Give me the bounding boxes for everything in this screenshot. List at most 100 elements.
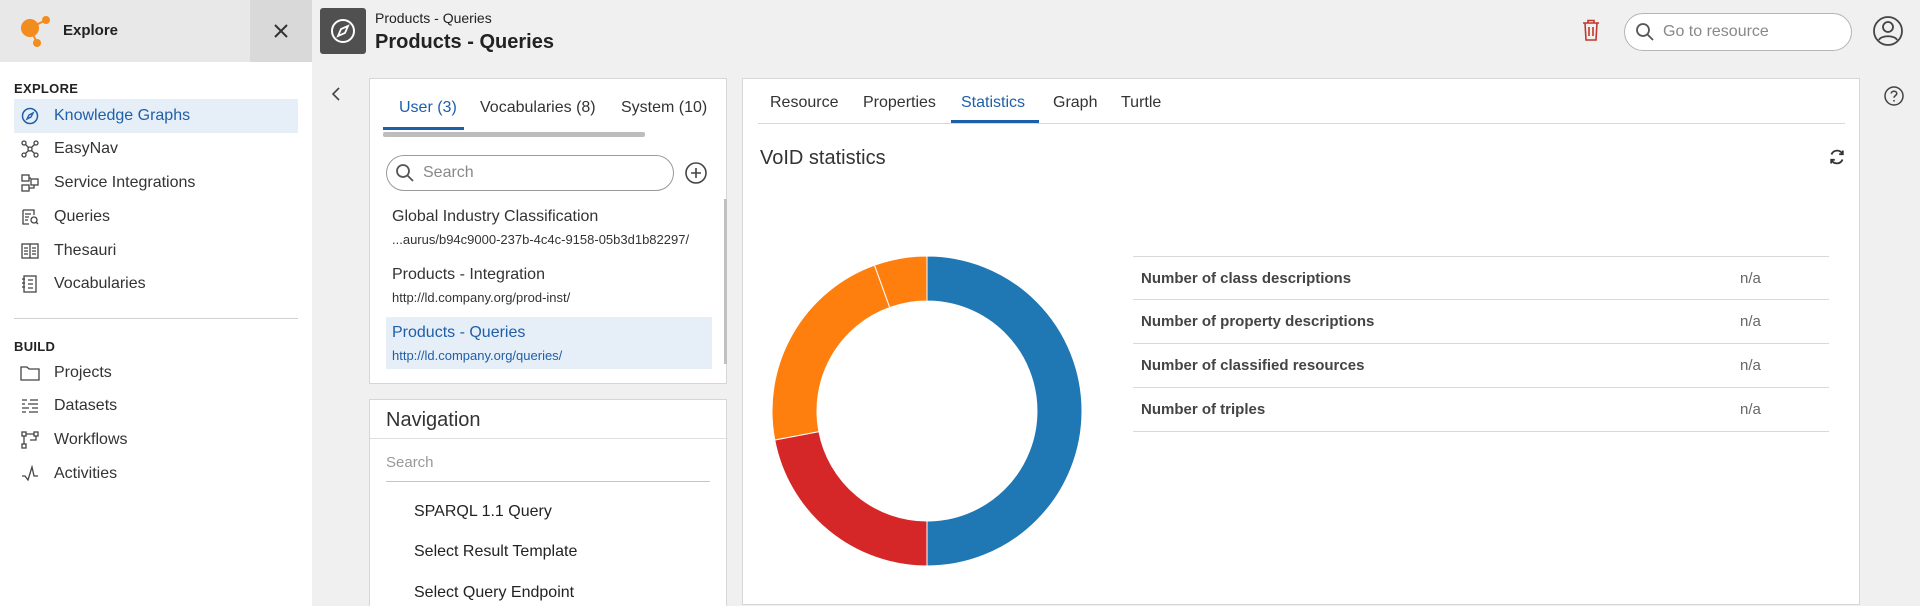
left-sidebar: Explore EXPLORE Knowledge Graphs EasyNav… (0, 0, 312, 606)
close-sidebar-button[interactable] (250, 0, 312, 62)
tab-turtle[interactable]: Turtle (1121, 94, 1161, 112)
refresh-icon (1830, 149, 1844, 165)
stat-value: n/a (1740, 313, 1761, 330)
search-icon (396, 164, 414, 182)
graph-search[interactable] (386, 155, 674, 191)
tab-statistics[interactable]: Statistics (961, 94, 1025, 112)
help-icon (1884, 86, 1904, 106)
stat-value: n/a (1740, 357, 1761, 374)
graph-uri: http://ld.company.org/prod-inst/ (392, 290, 571, 305)
thesaurus-icon (20, 241, 40, 261)
trash-icon (1583, 19, 1599, 41)
navigation-item[interactable]: Select Result Template (414, 543, 577, 561)
tab-properties[interactable]: Properties (863, 94, 936, 112)
graph-uri: http://ld.company.org/queries/ (392, 348, 563, 363)
refresh-button[interactable] (1828, 148, 1846, 166)
dataset-icon (20, 396, 40, 416)
graph-list-item-selected[interactable]: Products - Queries http://ld.company.org… (386, 317, 712, 369)
sidebar-item-projects[interactable]: Projects (14, 356, 298, 390)
add-circle-icon (685, 162, 707, 184)
section-heading-explore: EXPLORE (14, 81, 79, 96)
graph-list-item[interactable]: Products - Integration http://ld.company… (386, 259, 712, 311)
active-tab-indicator (383, 127, 464, 130)
graph-list-item[interactable]: Global Industry Classification ...aurus/… (386, 201, 712, 253)
graph-list-panel: User (3) Vocabularies (8) System (10) Gl… (369, 78, 727, 384)
user-account-icon (1873, 16, 1903, 46)
help-button[interactable] (1883, 85, 1905, 107)
delete-button[interactable] (1582, 19, 1600, 41)
graph-title: Products - Queries (392, 324, 526, 341)
graph-network-icon (20, 139, 40, 159)
table-row: Number of triples n/a (1133, 388, 1829, 432)
sidebar-item-label: Projects (54, 364, 112, 381)
integration-icon (20, 173, 40, 193)
stat-label: Number of classified resources (1141, 357, 1365, 374)
table-row: Number of class descriptions n/a (1133, 256, 1829, 300)
navigation-item[interactable]: Select Query Endpoint (414, 584, 574, 602)
sidebar-item-label: Workflows (54, 431, 128, 448)
statistics-donut-chart (771, 255, 1083, 567)
tab-graph[interactable]: Graph (1053, 94, 1097, 112)
table-row: Number of classified resources n/a (1133, 344, 1829, 388)
go-to-resource-input[interactable] (1663, 23, 1833, 41)
table-row: Number of property descriptions n/a (1133, 300, 1829, 344)
sidebar-item-workflows[interactable]: Workflows (14, 423, 298, 457)
tabs-scrollbar[interactable] (383, 132, 645, 137)
sidebar-item-label: Knowledge Graphs (54, 107, 191, 124)
sidebar-item-knowledge-graphs[interactable]: Knowledge Graphs (14, 99, 298, 133)
stat-label: Number of class descriptions (1141, 270, 1352, 287)
sidebar-item-datasets[interactable]: Datasets (14, 389, 298, 423)
tab-system[interactable]: System (10) (621, 99, 707, 117)
navigation-divider (370, 438, 728, 439)
app-logo-icon (21, 16, 50, 47)
graph-list-scrollbar[interactable] (724, 199, 727, 364)
add-graph-button[interactable] (684, 161, 708, 185)
sidebar-item-label: Queries (54, 208, 111, 225)
app-name: Explore (63, 22, 119, 39)
donut-segment-3 (771, 264, 891, 441)
compass-icon (20, 106, 40, 126)
sidebar-item-easynav[interactable]: EasyNav (14, 132, 298, 166)
sidebar-item-label: Datasets (54, 397, 118, 414)
sidebar-header: Explore (0, 0, 312, 62)
workflow-icon (20, 430, 40, 450)
graph-title: Global Industry Classification (392, 208, 599, 225)
void-statistics-title: VoID statistics (760, 147, 886, 169)
top-header: Products - Queries Products - Queries (312, 0, 1920, 62)
graph-uri: ...aurus/b94c9000-237b-4c4c-9158-05b3d1b… (392, 232, 690, 247)
tab-vocabularies[interactable]: Vocabularies (8) (480, 99, 596, 117)
tabs-divider (758, 123, 1845, 124)
user-menu-button[interactable] (1872, 15, 1904, 47)
resource-type-icon (320, 8, 366, 54)
graph-search-input[interactable] (423, 164, 653, 182)
donut-segment-1 (926, 255, 1083, 567)
donut-segment-2 (774, 431, 928, 567)
navigation-panel: Navigation SPARQL 1.1 Query Select Resul… (369, 399, 728, 606)
void-statistics-table: Number of class descriptions n/a Number … (1133, 256, 1829, 432)
section-heading-build: BUILD (14, 339, 56, 354)
chevron-left-icon (331, 87, 340, 101)
sidebar-item-label: Thesauri (54, 242, 117, 259)
resource-details-panel: Resource Properties Statistics Graph Tur… (742, 78, 1860, 605)
search-icon (1636, 23, 1654, 41)
sidebar-item-service-integrations[interactable]: Service Integrations (14, 166, 298, 200)
sidebar-divider (14, 318, 298, 319)
navigation-title: Navigation (386, 409, 481, 431)
vocabulary-icon (20, 274, 40, 294)
sidebar-item-activities[interactable]: Activities (14, 457, 298, 491)
tab-resource[interactable]: Resource (770, 94, 838, 112)
activity-icon (20, 464, 40, 484)
go-to-resource-search[interactable] (1624, 13, 1852, 51)
sidebar-item-vocabularies[interactable]: Vocabularies (14, 267, 298, 301)
sidebar-item-label: EasyNav (54, 140, 119, 157)
tab-user[interactable]: User (3) (399, 99, 457, 117)
navigation-search-input[interactable] (386, 454, 710, 482)
breadcrumb[interactable]: Products - Queries (375, 10, 492, 26)
collapse-panel-button[interactable] (329, 86, 343, 102)
navigation-item[interactable]: SPARQL 1.1 Query (414, 503, 552, 521)
stat-label: Number of property descriptions (1141, 313, 1375, 330)
page-title: Products - Queries (375, 31, 554, 53)
sidebar-item-queries[interactable]: Queries (14, 200, 298, 234)
sidebar-item-thesauri[interactable]: Thesauri (14, 234, 298, 268)
sidebar-item-label: Vocabularies (54, 275, 146, 292)
